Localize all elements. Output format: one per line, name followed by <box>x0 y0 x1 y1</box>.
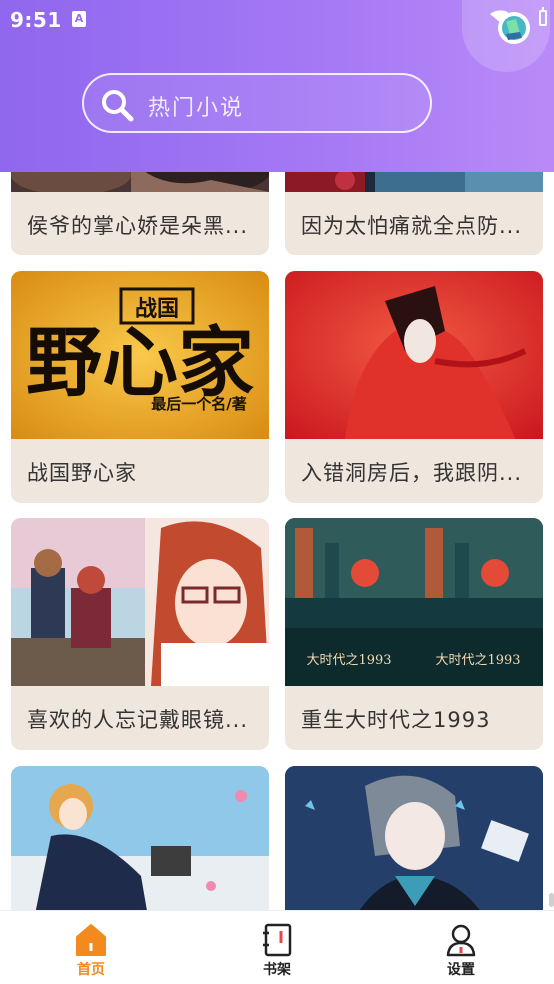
mascot-logo-icon[interactable] <box>488 8 532 48</box>
tab-settings[interactable]: 设置 <box>406 911 516 984</box>
scrollbar[interactable] <box>549 893 554 907</box>
notification-a-icon: A <box>72 11 86 27</box>
book-title: 重生大时代之1993 <box>301 708 491 732</box>
tab-home[interactable]: 首页 <box>36 911 146 984</box>
settings-person-icon <box>446 924 476 957</box>
cover-author-text: 最后一个名/著 <box>151 395 246 413</box>
cover-text-left: 大时代之1993 <box>306 653 391 668</box>
header: 9:51 A 热门小说 <box>0 0 554 172</box>
book-title: 因为太怕痛就全点防... <box>301 214 523 238</box>
book-title: 喜欢的人忘记戴眼镜... <box>27 708 249 732</box>
tab-home-label: 首页 <box>77 962 105 978</box>
book-cover <box>11 766 269 910</box>
book-card[interactable]: 喜欢的人忘记戴眼镜... <box>11 518 269 750</box>
cover-text-right: 大时代之1993 <box>435 653 520 668</box>
book-card[interactable]: 大时代之1993 大时代之1993 重生大时代之1993 <box>285 518 543 750</box>
tab-bookshelf-label: 书架 <box>263 962 291 978</box>
search-input[interactable]: 热门小说 <box>82 73 432 133</box>
book-cover <box>11 518 269 686</box>
tab-bookshelf[interactable]: 书架 <box>222 911 332 984</box>
bookshelf-icon <box>263 923 292 957</box>
cover-main-text: 野心家 <box>26 318 254 407</box>
book-card[interactable] <box>11 766 269 910</box>
status-time: 9:51 <box>10 8 62 32</box>
tab-settings-label: 设置 <box>447 962 475 978</box>
book-title: 入错洞房后，我跟阴... <box>301 461 523 485</box>
book-cover <box>285 271 543 439</box>
search-placeholder: 热门小说 <box>148 96 245 121</box>
bottom-nav: 首页 书架 设置 <box>0 910 554 984</box>
book-card[interactable] <box>285 766 543 910</box>
book-cover: 战国 野心家 最后一个名/著 <box>11 271 269 439</box>
book-cover: 大时代之1993 大时代之1993 <box>285 518 543 686</box>
book-cover <box>285 766 543 910</box>
book-title: 战国野心家 <box>27 461 137 485</box>
book-card[interactable]: 入错洞房后，我跟阴... <box>285 271 543 503</box>
book-title: 侯爷的掌心娇是朵黑... <box>27 214 249 238</box>
search-icon <box>102 90 134 122</box>
book-card[interactable]: 战国 野心家 最后一个名/著 战国野心家 <box>11 271 269 503</box>
home-icon <box>76 924 106 956</box>
